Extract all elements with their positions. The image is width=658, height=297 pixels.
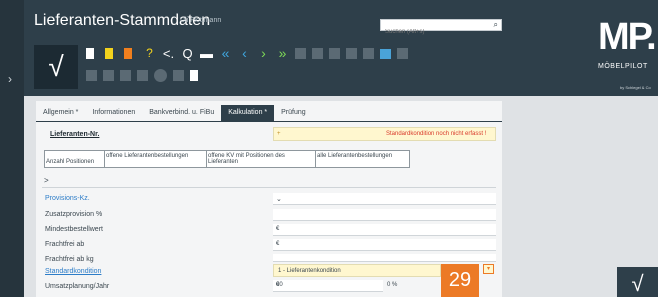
provisions-kz-select[interactable]: ⌄ [273,193,496,205]
save-confirm-button[interactable]: √ [34,45,78,89]
chevron-right-icon[interactable]: › [8,72,12,86]
disabled-tool-icon [86,70,97,81]
table-row: Anzahl Positionen offene Lieferantenbest… [44,150,410,168]
frachtfrei-ab-kg-field[interactable] [273,254,496,262]
side-collapse-strip[interactable]: › [0,0,24,297]
step-number-badge: 29 [441,264,479,297]
frachtfrei-ab-label: Frachtfrei ab [45,241,85,248]
app-window: Lieferanten-Stammdaten Uli Flottmann ⌕ √… [0,0,658,297]
summary-cell-offene-bestellungen: offene Lieferantenbestellungen [104,150,207,168]
disabled-tool-icon [329,48,340,59]
document-icon[interactable] [190,70,198,81]
provisions-kz-label[interactable]: Provisions-Kz. [45,195,90,202]
search-box[interactable]: ⌕ [380,19,502,37]
delete-icon[interactable] [124,48,132,59]
disabled-tool-icon [103,70,114,81]
undo-icon[interactable]: <. [162,47,175,60]
mindestbestellwert-field[interactable]: € [273,224,496,236]
disabled-tool-icon [397,48,408,59]
disabled-tool-icon [295,48,306,59]
previous-record-icon[interactable]: ‹ [238,46,251,60]
help-icon[interactable]: ? [143,47,156,60]
lieferanten-nr-label: Lieferanten-Nr. [50,131,100,138]
frachtfrei-ab-field[interactable]: € [273,239,496,251]
header-bar: Lieferanten-Stammdaten Uli Flottmann ⌕ √… [0,0,658,96]
tab-pruefung[interactable]: Prüfung [274,105,313,121]
umsatz-percent: 0 % [387,282,398,288]
lieferanten-nr-value: + [277,131,281,137]
frachtfrei-ab-kg-label: Frachtfrei ab kg [45,256,94,263]
standardkondition-label[interactable]: Standardkondition [45,268,101,275]
toolbar-row-1: ? <. Q ▬ « ‹ › » [86,46,414,60]
tab-informationen[interactable]: Informationen [85,105,142,121]
logo-subtitle: MÖBELPILOT [598,63,648,70]
summary-cell-positionen: Anzahl Positionen [44,150,105,168]
dropdown-arrow-button[interactable]: ▾ [483,264,494,274]
umsatzplanung-field[interactable]: € 00 [273,280,383,292]
divider [42,187,496,188]
disabled-tool-icon [137,70,148,81]
new-document-icon[interactable] [86,48,94,59]
disabled-tool-icon [363,48,374,59]
tab-bar: Allgemein * Informationen Bankverbind. u… [36,105,313,121]
search-icon[interactable]: ⌕ [494,20,498,30]
tab-divider [36,121,502,122]
summary-table: Anzahl Positionen offene Lieferantenbest… [44,150,410,168]
user-name: Uli Flottmann [180,17,222,24]
print-icon[interactable]: ▬ [200,47,213,60]
disabled-tool-icon [120,70,131,81]
tab-allgemein[interactable]: Allgemein * [36,105,85,121]
disabled-tool-icon [312,48,323,59]
search-input[interactable] [381,27,501,37]
mindestbestellwert-label: Mindestbestellwert [45,226,103,233]
expand-chevron-icon[interactable]: > [44,176,49,185]
toolbar-row-2 [86,69,204,82]
standardkondition-value: 1 - Lieferantenkondition [278,268,341,274]
next-record-icon[interactable]: › [257,46,270,60]
zusatzprovision-label: Zusatzprovision % [45,211,103,218]
chevron-down-icon[interactable]: ⌄ [276,195,492,203]
disabled-tool-icon [346,48,357,59]
mp-logo: MP. [598,16,657,58]
disabled-tool-icon [173,70,184,81]
summary-cell-offene-kv: offene KV mit Positionen des Lieferanten [206,150,316,168]
standardkondition-field[interactable]: 1 - Lieferantenkondition [273,264,441,277]
tab-kalkulation[interactable]: Kalkulation * [221,105,275,121]
kondition-warning: Standardkondition noch nicht erfasst ! [386,131,487,137]
first-record-icon[interactable]: « [219,46,232,60]
summary-cell-alle-bestellungen: alle Lieferantenbestellungen [315,150,410,168]
bottom-confirm-button[interactable]: √ [617,267,658,297]
umsatzplanung-value: 00 [276,282,283,288]
search-record-icon[interactable]: Q [181,47,194,60]
logo-tagline: by Schlegel & Co [620,85,651,90]
umsatzplanung-label: Umsatzplanung/Jahr [45,283,110,290]
copy-document-icon[interactable] [105,48,113,59]
last-record-icon[interactable]: » [276,46,289,60]
tab-bankverbindung[interactable]: Bankverbind. u. FiBu [142,105,221,121]
disabled-circle-icon [154,69,167,82]
chart-icon[interactable] [380,48,391,59]
zusatzprovision-field[interactable] [273,209,496,221]
